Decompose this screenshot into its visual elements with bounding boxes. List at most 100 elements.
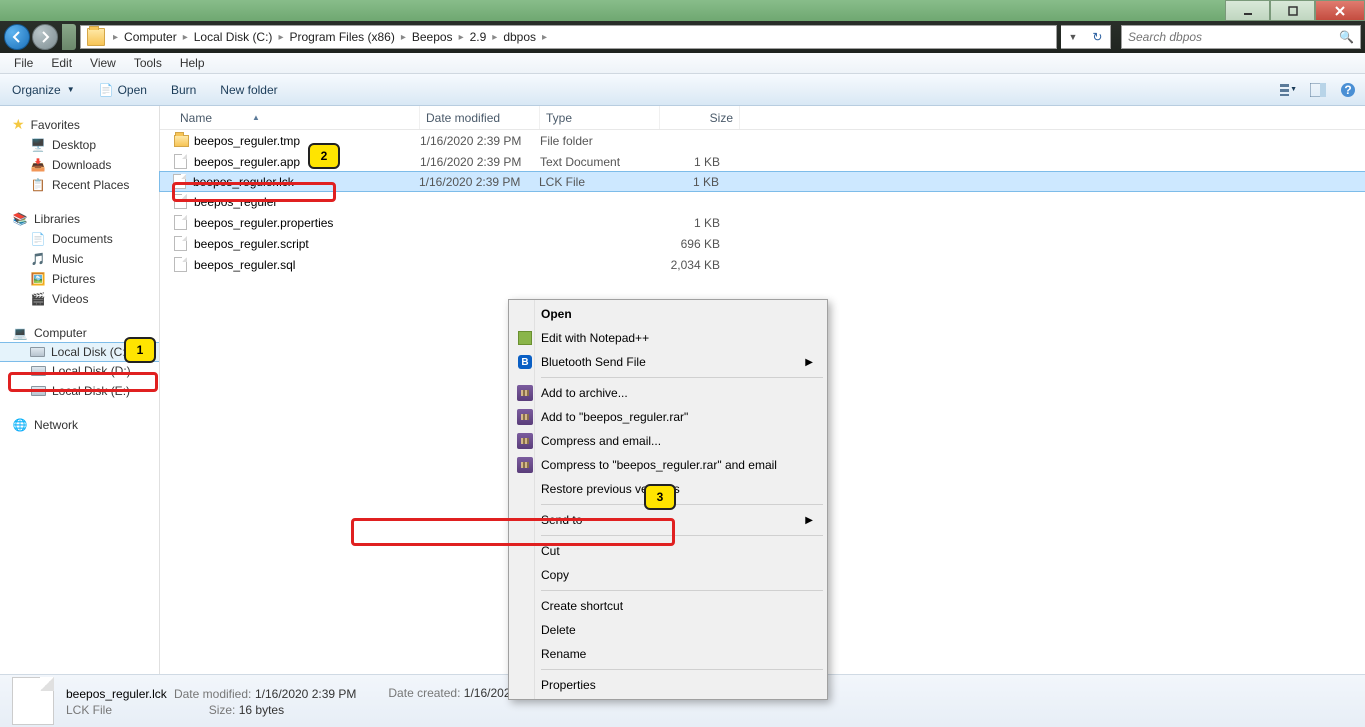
breadcrumb-bar[interactable]: ▸ Computer ▸ Local Disk (C:) ▸ Program F… [80, 25, 1057, 49]
context-open[interactable]: Open [511, 302, 825, 326]
toolbar-burn[interactable]: Burn [167, 81, 200, 99]
context-compress-email[interactable]: Compress and email... [511, 429, 825, 453]
sidebar-network[interactable]: 🌐Network [0, 415, 159, 435]
status-created-label: Date created: [388, 686, 460, 700]
column-size[interactable]: Size [660, 106, 740, 129]
context-cut[interactable]: Cut [511, 539, 825, 563]
sidebar-item-desktop[interactable]: 🖥️Desktop [0, 135, 159, 155]
file-row[interactable]: beepos_reguler.lck1/16/2020 2:39 PMLCK F… [159, 171, 1365, 192]
column-date[interactable]: Date modified [420, 106, 540, 129]
context-bluetooth-send[interactable]: BBluetooth Send File▶ [511, 350, 825, 374]
rar-icon [515, 383, 535, 403]
context-send-to[interactable]: Send to▶ [511, 508, 825, 532]
menu-help[interactable]: Help [172, 54, 213, 72]
sidebar-libraries[interactable]: 📚Libraries [0, 209, 159, 229]
sidebar-item-downloads[interactable]: 📥Downloads [0, 155, 159, 175]
sidebar-item-videos[interactable]: 🎬 Videos [0, 289, 159, 309]
column-type[interactable]: Type [540, 106, 660, 129]
status-filename: beepos_reguler.lck [66, 687, 167, 701]
nav-history-dropdown[interactable] [62, 24, 76, 50]
context-copy[interactable]: Copy [511, 563, 825, 587]
toolbar-open[interactable]: 📄Open [95, 81, 151, 99]
disk-icon [29, 344, 45, 360]
context-rename[interactable]: Rename [511, 642, 825, 666]
file-icon [12, 677, 54, 725]
file-row[interactable]: beepos_reguler.app1/16/2020 2:39 PMText … [160, 151, 1365, 172]
context-label: Properties [541, 678, 596, 692]
context-add-rar[interactable]: Add to "beepos_reguler.rar" [511, 405, 825, 429]
toolbar-newfolder[interactable]: New folder [216, 81, 281, 99]
nav-back-button[interactable] [4, 24, 30, 50]
sidebar-item-music[interactable]: 🎵Music [0, 249, 159, 269]
view-options-button[interactable]: ▼ [1279, 81, 1297, 99]
help-button[interactable]: ? [1339, 81, 1357, 99]
preview-pane-button[interactable] [1309, 81, 1327, 99]
sidebar-network-label: Network [34, 418, 78, 432]
menu-view[interactable]: View [82, 54, 124, 72]
breadcrumb-localdisk-c[interactable]: Local Disk (C:) [192, 30, 275, 44]
file-row[interactable]: beepos_reguler.properties1 KB [160, 212, 1365, 233]
videos-icon: 🎬 [30, 291, 46, 307]
sidebar-item-documents[interactable]: 📄Documents [0, 229, 159, 249]
context-properties[interactable]: Properties [511, 673, 825, 697]
menu-file[interactable]: File [6, 54, 41, 72]
chevron-down-icon[interactable]: ▼ [1069, 32, 1078, 42]
sidebar-item-localdisk-e[interactable]: Local Disk (E:) [0, 381, 159, 401]
close-button[interactable] [1315, 0, 1365, 21]
disk-icon [30, 383, 46, 399]
maximize-button[interactable] [1270, 0, 1315, 21]
file-row[interactable]: beepos_reguler [160, 191, 1365, 212]
menu-edit[interactable]: Edit [43, 54, 80, 72]
sidebar-item-label: Videos [52, 292, 88, 306]
chevron-right-icon: ▸ [274, 32, 287, 43]
refresh-area: ▼ ↻ [1061, 25, 1111, 49]
file-size: 1 KB [659, 175, 727, 189]
sidebar-favorites[interactable]: ★Favorites [0, 114, 159, 135]
context-delete[interactable]: Delete [511, 618, 825, 642]
chevron-right-icon: ▸ [455, 32, 468, 43]
file-row[interactable]: beepos_reguler.sql2,034 KB [160, 254, 1365, 275]
context-compress-rar-email[interactable]: Compress to "beepos_reguler.rar" and ema… [511, 453, 825, 477]
column-name[interactable]: Name▲ [174, 106, 420, 129]
status-mod-label: Date modified: [174, 687, 251, 701]
file-type: Text Document [540, 155, 660, 169]
minimize-button[interactable] [1225, 0, 1270, 21]
nav-forward-button[interactable] [32, 24, 58, 50]
file-row[interactable]: beepos_reguler.script696 KB [160, 233, 1365, 254]
breadcrumb-dbpos[interactable]: dbpos [501, 30, 538, 44]
sidebar-libraries-label: Libraries [34, 212, 80, 226]
chevron-right-icon: ▶ [805, 515, 813, 526]
sidebar-favorites-label: Favorites [31, 118, 80, 132]
breadcrumb-computer[interactable]: Computer [122, 30, 179, 44]
context-label: Add to archive... [541, 386, 628, 400]
refresh-icon[interactable]: ↻ [1092, 30, 1102, 44]
search-input[interactable] [1128, 30, 1339, 44]
file-icon [174, 215, 192, 230]
rar-icon [515, 455, 535, 475]
file-date: 1/16/2020 2:39 PM [419, 175, 539, 189]
context-create-shortcut[interactable]: Create shortcut [511, 594, 825, 618]
sidebar-item-recent[interactable]: 📋Recent Places [0, 175, 159, 195]
sidebar-item-localdisk-d[interactable]: Local Disk (D:) [0, 361, 159, 381]
breadcrumb-program-files[interactable]: Program Files (x86) [287, 30, 396, 44]
search-icon[interactable]: 🔍 [1339, 30, 1354, 44]
context-label: Rename [541, 647, 586, 661]
sidebar-item-pictures[interactable]: 🖼️Pictures [0, 269, 159, 289]
context-edit-notepad[interactable]: Edit with Notepad++ [511, 326, 825, 350]
breadcrumb-beepos[interactable]: Beepos [410, 30, 455, 44]
toolbar-burn-label: Burn [171, 83, 196, 97]
column-headers: Name▲ Date modified Type Size [160, 106, 1365, 130]
file-size: 1 KB [660, 155, 728, 169]
chevron-right-icon: ▸ [488, 32, 501, 43]
menu-tools[interactable]: Tools [126, 54, 170, 72]
file-row[interactable]: beepos_reguler.tmp1/16/2020 2:39 PMFile … [160, 130, 1365, 151]
sidebar-item-label: Desktop [52, 138, 96, 152]
search-box[interactable]: 🔍 [1121, 25, 1361, 49]
toolbar-organize[interactable]: Organize▼ [8, 81, 79, 99]
rar-icon [515, 407, 535, 427]
breadcrumb-29[interactable]: 2.9 [468, 30, 489, 44]
context-label: Bluetooth Send File [541, 355, 646, 369]
column-label: Name [180, 111, 212, 125]
status-filetype: LCK File [66, 703, 112, 717]
context-add-archive[interactable]: Add to archive... [511, 381, 825, 405]
